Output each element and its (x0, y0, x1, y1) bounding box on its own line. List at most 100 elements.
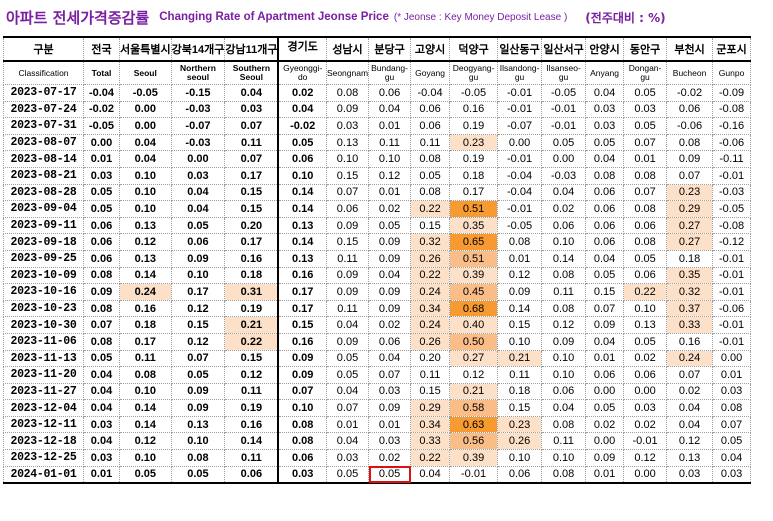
column-header-korean: 분당구 (368, 36, 412, 62)
column-header-korean: 성남시 (325, 36, 370, 62)
rate-cell: 0.13 (119, 249, 172, 268)
rate-cell: 0.09 (325, 216, 370, 235)
title-unit: (전주대비 : %) (585, 10, 666, 25)
rate-cell: 0.03 (83, 449, 120, 467)
row-date: 2023-08-28 (3, 183, 84, 202)
rate-cell: -0.01 (497, 200, 543, 218)
rate-cell: 0.09 (83, 283, 120, 301)
rate-cell: 0.40 (449, 316, 499, 334)
row-date: 2023-10-23 (3, 299, 84, 318)
rate-cell: 0.07 (325, 183, 370, 202)
rate-cell: 0.05 (585, 266, 625, 285)
rate-cell: -0.01 (712, 316, 752, 334)
rate-cell: 0.01 (368, 117, 412, 135)
rate-cell: 0.16 (666, 332, 714, 351)
rate-cell: -0.04 (497, 166, 543, 185)
rate-cell: 0.12 (224, 366, 280, 384)
rate-cell: 0.14 (497, 299, 543, 318)
rate-cell: 0.04 (119, 150, 172, 168)
rate-cell: 0.09 (368, 399, 412, 417)
rate-cell: -0.05 (712, 200, 752, 218)
rate-cell: -0.07 (170, 117, 226, 135)
rate-cell: 0.21 (497, 349, 543, 368)
rate-cell: 0.10 (541, 349, 587, 368)
rate-cell: 0.06 (585, 200, 625, 218)
rate-cell: 0.10 (119, 200, 172, 218)
rate-cell: 0.06 (368, 84, 412, 102)
rate-cell: -0.09 (712, 84, 752, 102)
rate-cell: 0.08 (325, 84, 370, 102)
rate-cell: 0.18 (224, 266, 280, 285)
rate-cell: 0.09 (666, 150, 714, 168)
rate-cell: 0.09 (325, 100, 370, 119)
row-date: 2023-12-11 (3, 415, 84, 434)
rate-cell: 0.04 (325, 316, 370, 334)
rate-cell: 0.08 (623, 200, 668, 218)
column-header-english: Ilsandong-gu (497, 60, 543, 85)
rate-cell: 0.06 (224, 465, 280, 485)
rate-cell: -0.05 (497, 216, 543, 235)
rate-cell: -0.01 (497, 150, 543, 168)
rate-cell: 0.06 (497, 465, 543, 485)
rate-cell: 0.14 (224, 432, 280, 451)
rate-cell: 0.01 (325, 415, 370, 434)
table-row: 2023-08-14 0.01 0.04 0.00 0.07 0.06 0.10 0.10 0.… (3, 150, 752, 168)
column-header-korean: 동안구 (623, 36, 668, 62)
rate-cell: 0.10 (325, 150, 370, 168)
table-row: 2023-11-20 0.04 0.08 0.05 0.12 0.09 0.05 0.07 0.… (3, 366, 752, 384)
row-date: 2023-09-11 (3, 216, 84, 235)
rate-cell: -0.06 (712, 299, 752, 318)
title-english: Changing Rate of Apartment Jeonse Price (159, 11, 389, 23)
rate-cell: 0.12 (119, 432, 172, 451)
column-header-korean: 서울특별시 (119, 36, 172, 62)
row-date: 2023-10-09 (3, 266, 84, 285)
rate-cell: 0.04 (83, 366, 120, 384)
rate-cell: -0.16 (712, 117, 752, 135)
column-header-korean: 구분 (3, 36, 84, 62)
rate-cell: 0.09 (585, 316, 625, 334)
rate-cell: 0.08 (585, 166, 625, 185)
rate-cell: 0.20 (410, 349, 451, 368)
rate-cell: 0.05 (83, 200, 120, 218)
rate-cell: 0.06 (277, 150, 327, 168)
rate-cell: -0.01 (712, 283, 752, 301)
row-date: 2023-07-17 (3, 84, 84, 102)
rate-cell: 0.10 (497, 332, 543, 351)
rate-cell: 0.04 (368, 266, 412, 285)
rate-cell: -0.01 (449, 465, 499, 485)
rate-cell: 0.13 (623, 316, 668, 334)
rate-cell: 0.15 (224, 183, 280, 202)
rate-cell: 0.04 (170, 183, 226, 202)
header-row-korean: 구분 전국 서울특별시 강북14개구 강남11개구 경기도 성남시 분당구 고양시 덕양구 일산동구… (3, 36, 752, 62)
rate-cell: 0.09 (325, 332, 370, 351)
rate-cell: 0.09 (541, 332, 587, 351)
table-row: 2023-12-04 0.04 0.14 0.09 0.19 0.10 0.07 0.09 0.… (3, 399, 752, 417)
rate-cell: 0.18 (449, 166, 499, 185)
rate-cell: -0.01 (497, 100, 543, 119)
rate-cell: -0.15 (170, 84, 226, 102)
row-date: 2023-11-13 (3, 349, 84, 368)
column-header-korean: 일산동구 (497, 36, 543, 62)
rate-cell: 0.02 (368, 200, 412, 218)
table-row: 2023-08-28 0.05 0.10 0.04 0.15 0.14 0.07 0.01 0.… (3, 183, 752, 202)
rate-cell: -0.01 (712, 266, 752, 285)
rate-cell: 0.05 (585, 133, 625, 152)
title-note: (* Jeonse : Key Money Deposit Lease ) (393, 11, 568, 23)
rate-cell: 0.16 (224, 249, 280, 268)
rate-cell: 0.09 (585, 449, 625, 467)
rate-cell: 0.03 (623, 399, 668, 417)
rate-cell: 0.16 (277, 332, 327, 351)
rate-cell: 0.02 (585, 415, 625, 434)
rate-cell: 0.04 (325, 382, 370, 401)
rate-cell: 0.15 (585, 283, 625, 301)
rate-cell: 0.07 (83, 316, 120, 334)
rate-cell: 0.03 (368, 432, 412, 451)
rate-cell: 0.07 (224, 150, 280, 168)
rate-cell: 0.07 (666, 166, 714, 185)
rate-cell: 0.05 (623, 249, 668, 268)
rate-cell: -0.12 (712, 233, 752, 251)
rate-cell: 0.04 (83, 399, 120, 417)
rate-cell: -0.01 (541, 117, 587, 135)
rate-cell: 0.08 (170, 449, 226, 467)
rate-cell: 0.06 (368, 332, 412, 351)
